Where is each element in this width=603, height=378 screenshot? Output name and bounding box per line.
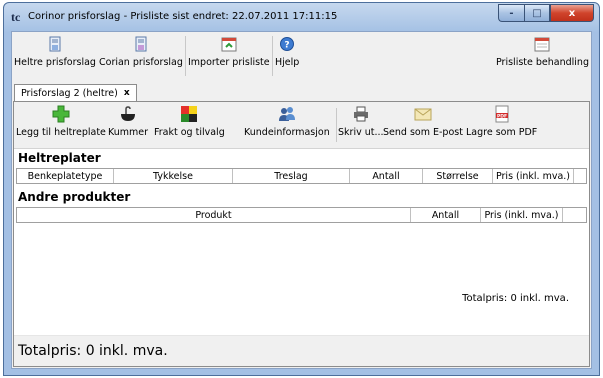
heltre-prisforslag-button[interactable]: Heltre prisforslag [14,36,96,68]
envelope-icon [414,108,432,121]
total-price-summary: Totalpris: 0 inkl. mva. [462,293,569,304]
maximize-button[interactable]: □ [524,4,550,22]
menu-toolbar: Heltre prisforslag Corian prisforslag Im… [12,32,591,84]
toolbar-label: Frakt og tilvalg [154,127,225,138]
svg-text:?: ? [285,41,290,51]
column-header[interactable]: Antall [350,169,423,183]
menu-label: Heltre prisforslag [14,57,96,68]
calendar-icon [534,37,550,52]
frakt-og-tilvalg-button[interactable]: Frakt og tilvalg [154,105,225,138]
document-icon [135,36,147,52]
close-icon: x [568,7,576,19]
window-title: Corinor prisforslag - Prisliste sist end… [28,11,338,22]
column-header[interactable]: Antall [411,208,481,222]
menu-label: Prisliste behandling [496,57,589,68]
title-bar[interactable]: tc Corinor prisforslag - Prisliste sist … [4,3,599,31]
sink-icon [121,106,136,121]
lagre-som-pdf-button[interactable]: PDF Lagre som PDF [466,105,537,138]
help-icon: ? [280,37,295,51]
menu-label: Importer prisliste [188,57,270,68]
heltreplater-table-header: Benkeplatetype Tykkelse Treslag Antall S… [16,168,587,184]
column-header[interactable]: Treslag [233,169,350,183]
tab-panel: Legg til heltreplate Kummer Frakt og til… [13,101,590,367]
app-icon: tc [11,10,21,24]
plus-icon [52,105,70,123]
column-header[interactable]: Pris (inkl. mva.) [493,169,574,183]
heltreplater-heading: Heltreplater [18,151,101,165]
people-icon [278,107,295,121]
menu-separator [185,36,186,76]
importer-prisliste-button[interactable]: Importer prisliste [188,36,270,68]
toolbar-label: Skriv ut... [338,127,384,138]
column-header[interactable]: Størrelse [423,169,493,183]
menu-separator [272,36,273,76]
skriv-ut-button[interactable]: Skriv ut... [338,105,384,138]
pdf-icon: PDF [495,105,509,123]
legg-til-heltreplate-button[interactable]: Legg til heltreplate [16,105,106,138]
corian-prisforslag-button[interactable]: Corian prisforslag [99,36,183,68]
total-price-footer: Totalpris: 0 inkl. mva. [18,343,168,359]
palette-icon [181,106,198,122]
application-window: tc Corinor prisforslag - Prisliste sist … [3,2,600,376]
hjelp-button[interactable]: ? Hjelp [275,36,299,68]
menu-label: Hjelp [275,57,300,68]
calendar-import-icon [221,37,237,52]
toolbar-label: Kummer [108,127,149,138]
tab-close-icon[interactable]: x [124,88,130,98]
kummer-button[interactable]: Kummer [108,105,148,138]
quote-toolbar: Legg til heltreplate Kummer Frakt og til… [14,102,589,149]
svg-text:PDF: PDF [497,113,507,119]
column-header[interactable]: Tykkelse [114,169,233,183]
toolbar-separator [336,108,337,142]
andre-produkter-heading: Andre produkter [18,190,131,204]
document-icon [49,36,61,52]
toolbar-label: Legg til heltreplate [16,127,106,138]
column-header[interactable]: Benkeplatetype [17,169,114,183]
prisliste-behandling-button[interactable]: Prisliste behandling [496,36,589,68]
column-header[interactable]: Produkt [17,208,411,222]
send-som-e-post-button[interactable]: Send som E-post [383,105,463,138]
column-header[interactable]: Pris (inkl. mva.) [481,208,563,222]
toolbar-label: Send som E-post [383,127,463,138]
toolbar-label: Lagre som PDF [466,127,538,138]
tab-label: Prisforslag 2 (heltre) [21,87,118,99]
minimize-icon: - [509,7,514,19]
printer-icon [353,106,368,122]
toolbar-label: Kundeinformasjon [244,127,330,138]
close-button[interactable]: x [550,4,594,22]
footer-bar: Totalpris: 0 inkl. mva. [14,335,589,366]
menu-label: Corian prisforslag [99,57,183,68]
minimize-button[interactable]: - [498,4,524,22]
tab-prisforslag-2[interactable]: Prisforslag 2 (heltre) x [14,84,137,101]
kundeinformasjon-button[interactable]: Kundeinformasjon [244,105,330,138]
andre-produkter-table-header: Produkt Antall Pris (inkl. mva.) [16,207,587,223]
maximize-icon: □ [532,7,542,19]
client-area: Heltre prisforslag Corian prisforslag Im… [11,31,592,369]
